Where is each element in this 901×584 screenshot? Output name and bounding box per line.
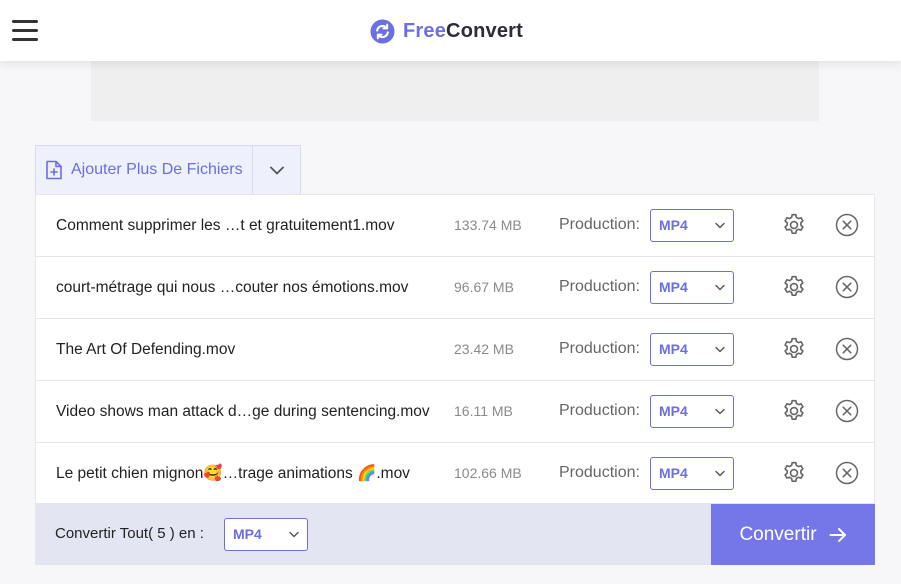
chevron-down-icon — [715, 408, 725, 415]
output-format-value: MP4 — [659, 217, 688, 233]
chevron-down-icon — [715, 284, 725, 291]
output-format-select[interactable]: MP4 — [650, 271, 734, 304]
close-circle-icon[interactable] — [835, 213, 859, 237]
arrow-right-icon — [829, 527, 846, 542]
file-name: Video shows man attack d…ge during sente… — [56, 403, 430, 420]
convert-button-label: Convertir — [739, 523, 817, 545]
file-row: Comment supprimer les …t et gratuitement… — [36, 195, 874, 257]
ad-placeholder — [91, 61, 819, 121]
chevron-down-icon — [289, 531, 299, 538]
top-navigation-bar: FreeConvert — [0, 0, 901, 61]
output-format-value: MP4 — [659, 279, 688, 295]
production-label: Production: — [559, 216, 640, 233]
production-label: Production: — [559, 278, 640, 295]
brand-name-part1: Free — [403, 19, 447, 42]
file-plus-icon — [46, 160, 62, 180]
close-circle-icon[interactable] — [835, 461, 859, 485]
convert-all-format-value: MP4 — [233, 526, 262, 542]
gear-icon[interactable] — [781, 336, 807, 362]
file-name: Le petit chien mignon🥰…trage animations … — [56, 465, 410, 482]
add-more-files-label: Ajouter Plus De Fichiers — [71, 161, 243, 178]
convert-all-label: Convertir Tout( 5 ) en : — [55, 525, 204, 542]
file-name: Comment supprimer les …t et gratuitement… — [56, 217, 395, 234]
file-size: 16.11 MB — [454, 403, 513, 419]
file-row: Le petit chien mignon🥰…trage animations … — [36, 443, 874, 503]
convert-all-format-select[interactable]: MP4 — [224, 518, 308, 551]
chevron-down-icon — [269, 166, 284, 174]
file-size: 23.42 MB — [454, 341, 514, 357]
file-row: court-métrage qui nous …couter nos émoti… — [36, 257, 874, 319]
file-name: court-métrage qui nous …couter nos émoti… — [56, 279, 409, 296]
output-format-value: MP4 — [659, 403, 688, 419]
file-list: Comment supprimer les …t et gratuitement… — [35, 194, 875, 504]
output-format-value: MP4 — [659, 341, 688, 357]
chevron-down-icon — [715, 470, 725, 477]
sync-circle-icon — [370, 18, 395, 44]
file-row: Video shows man attack d…ge during sente… — [36, 381, 874, 443]
brand-name-part2: Convert — [446, 19, 524, 42]
gear-icon[interactable] — [781, 274, 807, 300]
production-label: Production: — [559, 340, 640, 357]
file-size: 133.74 MB — [454, 217, 522, 233]
file-size: 96.67 MB — [454, 279, 514, 295]
output-format-select[interactable]: MP4 — [650, 209, 734, 242]
output-format-select[interactable]: MP4 — [650, 333, 734, 366]
close-circle-icon[interactable] — [835, 337, 859, 361]
output-format-select[interactable]: MP4 — [650, 457, 734, 490]
hamburger-icon[interactable] — [12, 20, 38, 42]
add-files-dropdown-toggle[interactable] — [252, 146, 300, 194]
close-circle-icon[interactable] — [835, 275, 859, 299]
brand-logo-link[interactable]: FreeConvert — [370, 18, 523, 44]
gear-icon[interactable] — [781, 460, 807, 486]
add-files-control: Ajouter Plus De Fichiers — [35, 145, 301, 194]
output-format-select[interactable]: MP4 — [650, 395, 734, 428]
output-format-value: MP4 — [659, 465, 688, 481]
file-size: 102.66 MB — [454, 465, 522, 481]
gear-icon[interactable] — [781, 398, 807, 424]
convert-button[interactable]: Convertir — [711, 504, 875, 565]
chevron-down-icon — [715, 346, 725, 353]
file-name: The Art Of Defending.mov — [56, 341, 236, 358]
production-label: Production: — [559, 464, 640, 481]
close-circle-icon[interactable] — [835, 399, 859, 423]
chevron-down-icon — [715, 222, 725, 229]
gear-icon[interactable] — [781, 212, 807, 238]
convert-all-bar: Convertir Tout( 5 ) en : MP4 — [35, 504, 711, 565]
add-more-files-button[interactable]: Ajouter Plus De Fichiers — [36, 146, 252, 194]
file-row: The Art Of Defending.mov 23.42 MB Produc… — [36, 319, 874, 381]
production-label: Production: — [559, 402, 640, 419]
